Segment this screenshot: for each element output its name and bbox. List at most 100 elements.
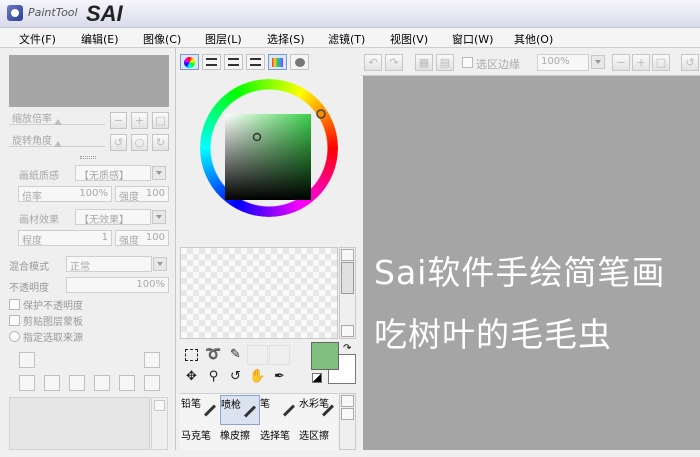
magic-wand-icon[interactable]: ✎ [225, 345, 246, 365]
canvas-toolbar: ↶ ↷ ▦ ▤ 选区边缘 100% − + □ ↺ [361, 48, 700, 76]
rgb-slider-tab[interactable] [202, 54, 221, 70]
zoom-out-button[interactable]: − [110, 112, 127, 129]
brush-pen[interactable]: 笔 [260, 395, 300, 425]
new-linework-layer-icon[interactable] [19, 375, 35, 391]
menu-layer[interactable]: 图层(L) [205, 31, 242, 47]
blend-mode-select[interactable]: 正常 [66, 256, 152, 272]
clip-group-checkbox[interactable] [9, 315, 20, 326]
palette-tab[interactable] [246, 54, 265, 70]
preserve-opacity-checkbox[interactable] [9, 299, 20, 310]
menu-image[interactable]: 图像(C) [143, 31, 181, 47]
swatch-grid[interactable] [180, 247, 338, 339]
undo-icon[interactable]: ↶ [364, 54, 382, 71]
layer-list-scrollbar[interactable] [151, 397, 168, 450]
menu-select[interactable]: 选择(S) [267, 31, 305, 47]
empty-tool-slot[interactable] [269, 345, 290, 365]
new-layer-icon[interactable] [19, 352, 35, 368]
brush-scrollbar[interactable] [339, 393, 356, 450]
brush-airbrush[interactable]: 喷枪 [220, 395, 260, 425]
opacity-field[interactable]: 100% [66, 277, 169, 293]
rotate-slider-handle[interactable] [54, 141, 62, 147]
redo-icon[interactable]: ↷ [385, 54, 403, 71]
paper-texture-dropdown-icon[interactable] [152, 166, 166, 180]
zoom-reset-button[interactable]: □ [152, 112, 169, 129]
zoom-in-button[interactable]: + [131, 112, 148, 129]
scratchpad-tab[interactable] [290, 54, 309, 70]
paper-scale-field[interactable]: 倍率 100% [18, 186, 112, 202]
rotate-left-button[interactable]: ↺ [110, 134, 127, 151]
effect-label: 画材效果 [19, 215, 59, 226]
selection-source-label: 指定选取来源 [23, 333, 83, 344]
color-wheel-tab[interactable] [180, 54, 199, 70]
deselect-icon[interactable]: ▦ [415, 54, 433, 71]
toolbar-rotate-button[interactable]: ↺ [681, 54, 699, 71]
swap-colors-icon[interactable]: ↷ [343, 343, 351, 354]
panel-splitter[interactable] [80, 156, 96, 159]
brush-select-eraser[interactable]: 选区擦 [299, 427, 339, 457]
effect-strength-field[interactable]: 强度 100 [115, 230, 169, 246]
marquee-icon[interactable] [181, 345, 202, 365]
brush-watercolor[interactable]: 水彩笔 [299, 395, 339, 425]
effect-select[interactable]: 【无效果】 [75, 209, 151, 225]
selection-edge-checkbox[interactable] [462, 57, 473, 68]
layer-mask-icon[interactable] [144, 375, 160, 391]
brush-pencil[interactable]: 铅笔 [181, 395, 221, 425]
brush-marker[interactable]: 马克笔 [181, 427, 221, 457]
invert-selection-icon[interactable]: ▤ [436, 54, 454, 71]
hsv-slider-icon [228, 58, 239, 66]
paper-texture-select[interactable]: 【无质感】 [75, 165, 151, 181]
selection-edge-label: 选区边缘 [476, 58, 520, 71]
menu-other[interactable]: 其他(O) [514, 31, 553, 47]
clear-layer-icon[interactable] [119, 375, 135, 391]
brush-select-pen[interactable]: 选择笔 [260, 427, 300, 457]
color-wheel[interactable] [180, 74, 356, 244]
new-layer-set-icon[interactable] [144, 352, 160, 368]
zoom-icon[interactable]: ⚲ [203, 367, 224, 387]
toolbar-zoom-out-button[interactable]: − [612, 54, 630, 71]
middle-panel: ➰ ✎ ✥ ⚲ ↺ ✋ ✒ ↷ 铅笔 喷枪 笔 水彩笔 马克笔 橡皮擦 选择笔 … [177, 48, 360, 450]
zoom-level-select[interactable]: 100% [537, 54, 589, 71]
zoom-slider-handle[interactable] [54, 119, 62, 125]
rotate-icon[interactable]: ↺ [225, 367, 246, 387]
empty-tool-slot[interactable] [247, 345, 268, 365]
copy-layer-icon[interactable] [44, 375, 60, 391]
hand-icon[interactable]: ✋ [247, 367, 268, 387]
swatch-scrollbar[interactable] [339, 247, 356, 339]
lasso-icon[interactable]: ➰ [203, 345, 224, 365]
rotate-label: 旋转角度 [12, 136, 52, 147]
hsv-slider-tab[interactable] [224, 54, 243, 70]
brush-eraser[interactable]: 橡皮擦 [220, 427, 260, 457]
menu-view[interactable]: 视图(V) [390, 31, 428, 47]
title-bar: PaintTool SAI [0, 0, 700, 28]
menu-file[interactable]: 文件(F) [19, 31, 56, 47]
drawing-canvas[interactable]: Sai软件手绘简笔画 吃树叶的毛毛虫 [363, 76, 700, 450]
menu-window[interactable]: 窗口(W) [452, 31, 493, 47]
menu-edit[interactable]: 编辑(E) [81, 31, 119, 47]
zoom-label: 缩放倍率 [12, 114, 52, 125]
delete-layer-icon[interactable] [94, 375, 110, 391]
effect-degree-field[interactable]: 程度 1 [18, 230, 112, 246]
toolbar-zoom-in-button[interactable]: + [632, 54, 650, 71]
clip-group-label: 剪贴图层蒙板 [23, 317, 83, 328]
toolbar-zoom-reset-button[interactable]: □ [652, 54, 670, 71]
reset-colors-icon[interactable] [312, 373, 322, 383]
opacity-label: 不透明度 [9, 283, 49, 294]
swatch-tab[interactable] [268, 54, 287, 70]
effect-dropdown-icon[interactable] [152, 210, 166, 224]
paper-strength-field[interactable]: 强度 100 [115, 186, 169, 202]
rotate-reset-button[interactable]: ○ [131, 134, 148, 151]
layer-list[interactable] [9, 397, 150, 450]
rotate-right-button[interactable]: ↻ [152, 134, 169, 151]
selection-source-radio[interactable] [9, 331, 20, 342]
eyedropper-icon[interactable]: ✒ [269, 367, 290, 387]
primary-color-swatch[interactable] [311, 342, 339, 370]
merge-layer-icon[interactable] [69, 375, 85, 391]
blend-mode-dropdown-icon[interactable] [153, 257, 167, 271]
zoom-dropdown-icon[interactable] [591, 55, 605, 69]
rgb-slider-icon [206, 58, 217, 66]
paper-texture-label: 画纸质感 [19, 171, 59, 182]
overlay-title-line1: Sai软件手绘简笔画 [374, 253, 666, 292]
menu-filter[interactable]: 滤镜(T) [328, 31, 365, 47]
move-icon[interactable]: ✥ [181, 367, 202, 387]
navigator-preview [9, 55, 169, 107]
